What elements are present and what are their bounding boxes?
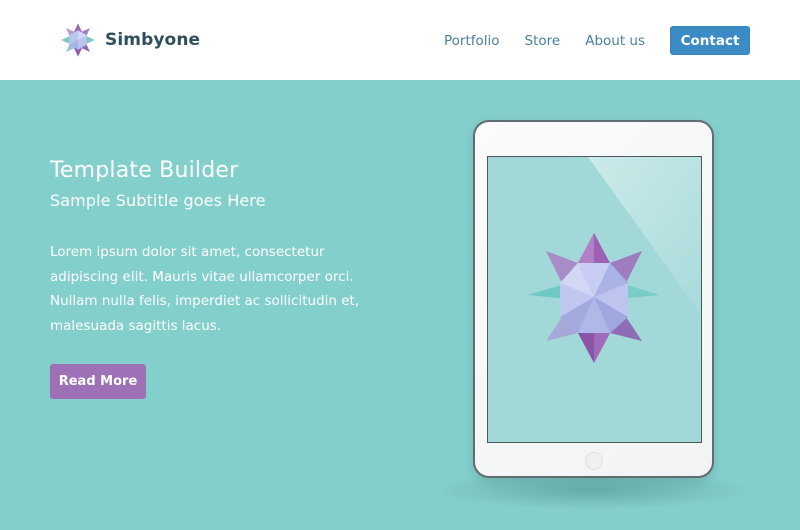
tablet-device: [473, 120, 714, 478]
tablet-home-button: [585, 452, 603, 470]
main-nav: Portfolio Store About us Contact: [444, 26, 750, 55]
contact-button[interactable]: Contact: [670, 26, 750, 55]
nav-link-about-us[interactable]: About us: [585, 33, 645, 49]
star-crystal-icon: [61, 23, 95, 57]
hero-title: Template Builder: [50, 158, 239, 183]
read-more-button[interactable]: Read More: [50, 364, 146, 399]
site-header: Simbyone Portfolio Store About us Contac…: [0, 0, 800, 80]
screen-glare: [588, 157, 701, 315]
hero-body-text: Lorem ipsum dolor sit amet, consectetur …: [50, 244, 360, 334]
brand-name: Simbyone: [105, 30, 201, 50]
nav-link-portfolio[interactable]: Portfolio: [444, 33, 500, 49]
brand[interactable]: Simbyone: [58, 19, 200, 61]
nav-link-store[interactable]: Store: [525, 33, 561, 49]
hero-subtitle: Sample Subtitle goes Here: [50, 191, 266, 210]
contact-button-label: Contact: [680, 32, 740, 49]
tablet-screen: [487, 156, 702, 443]
